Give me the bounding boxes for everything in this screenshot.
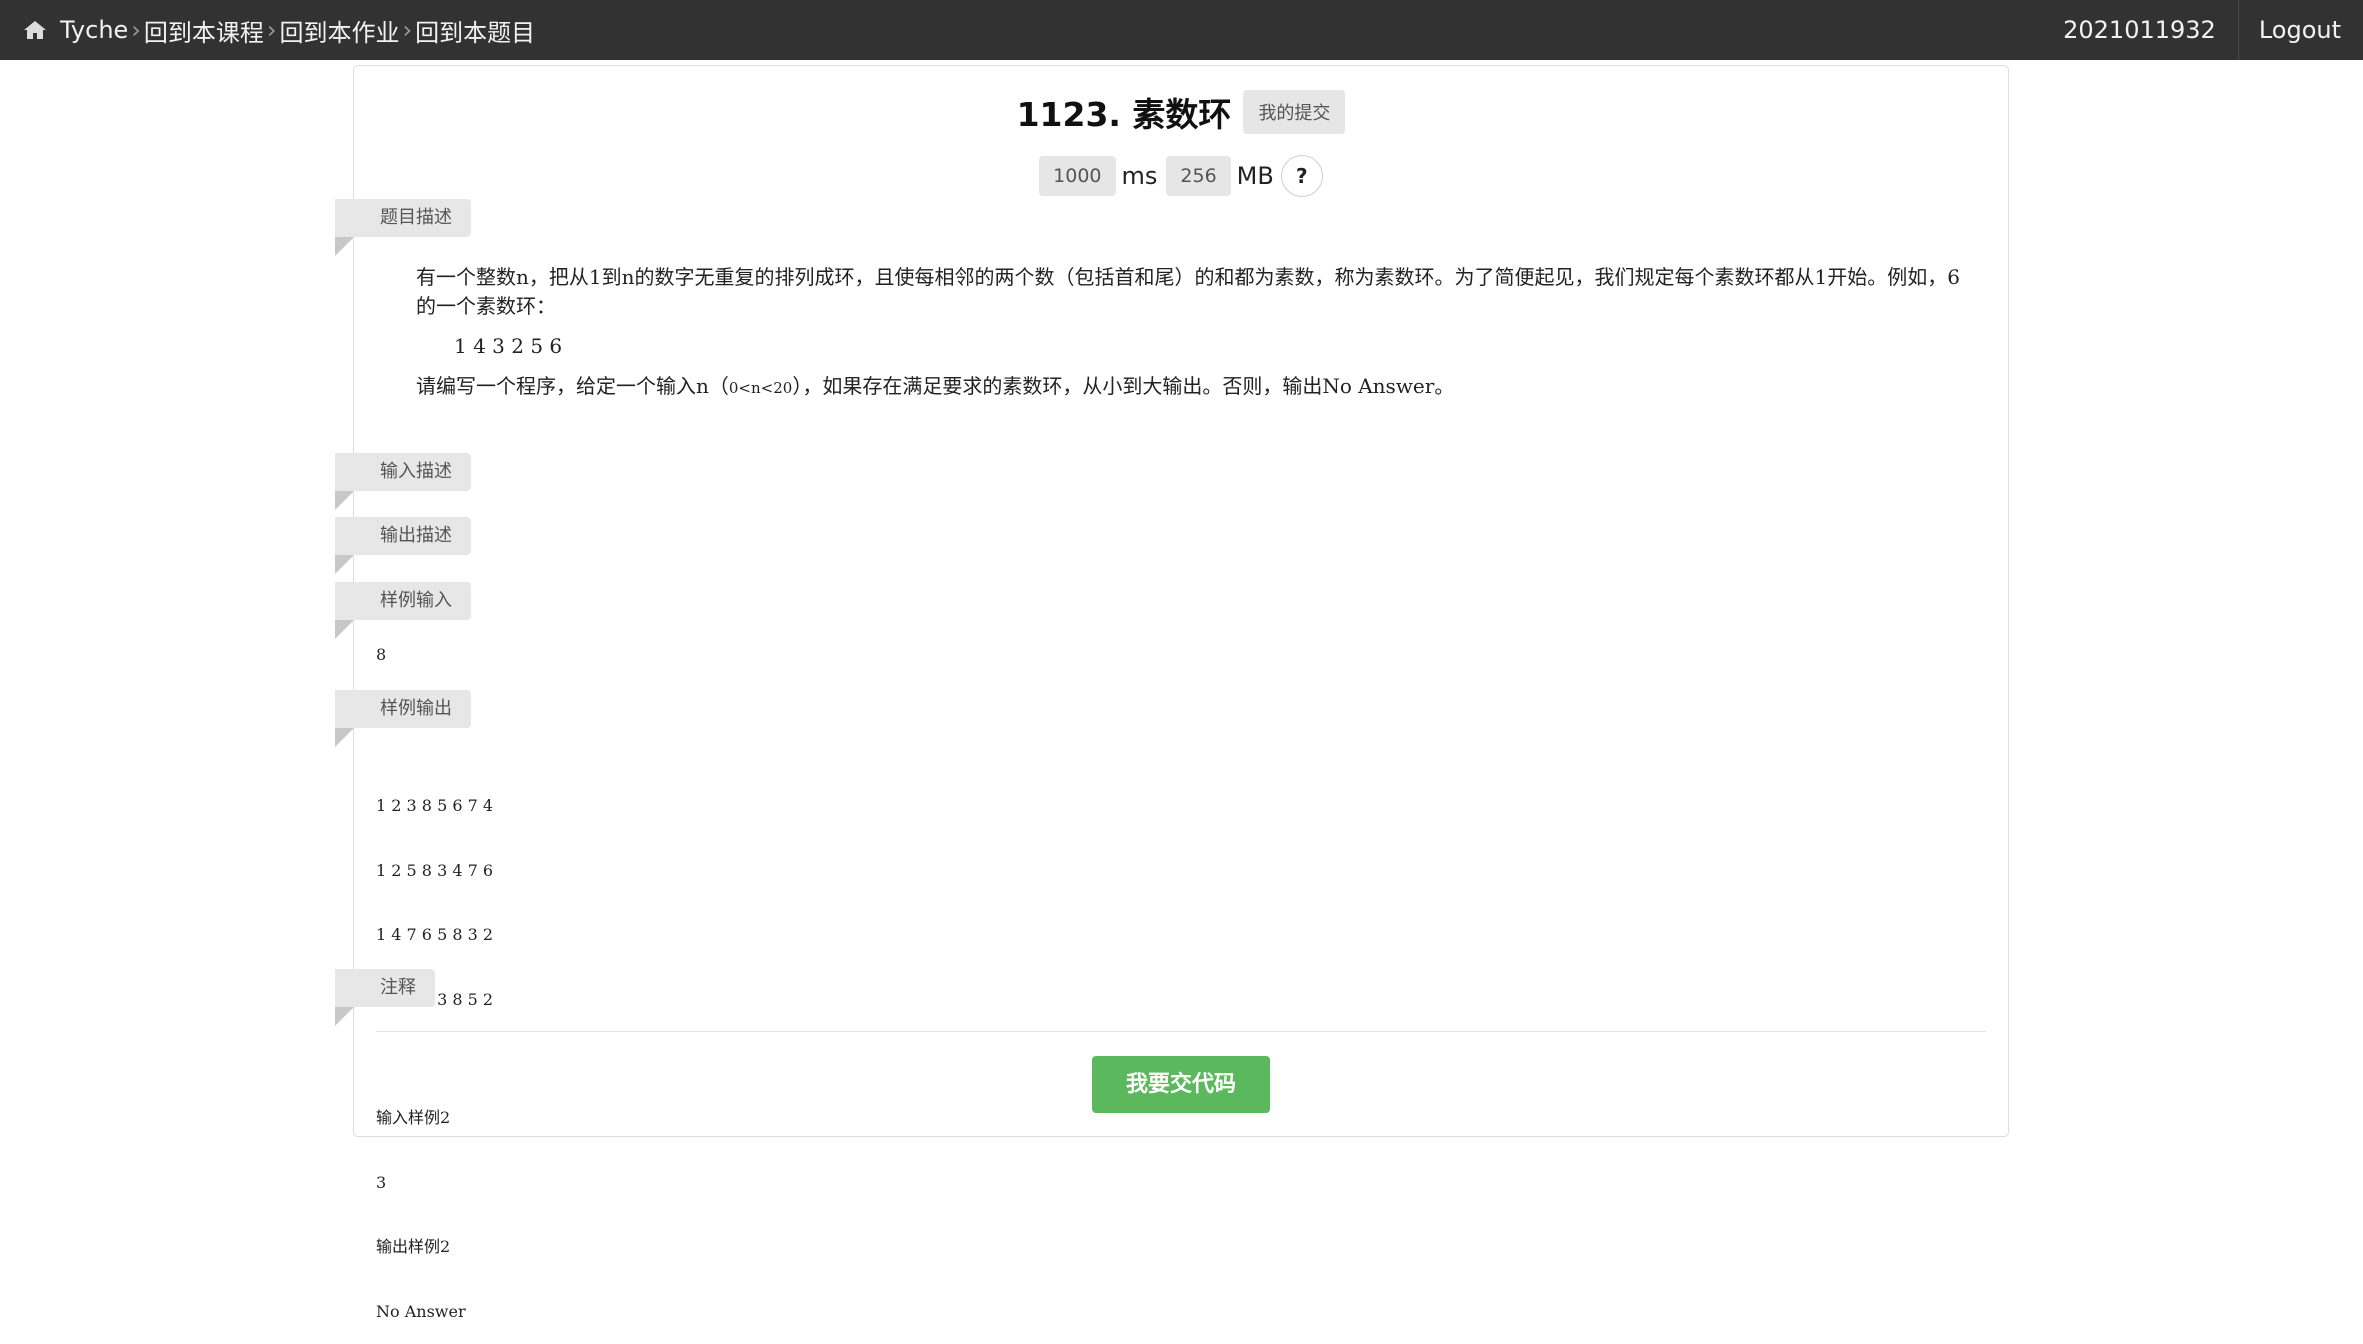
sample-output-line: 1 2 3 8 5 6 7 4	[376, 796, 494, 815]
constraint-inline: 0<n<20	[728, 379, 793, 397]
help-button[interactable]: ?	[1280, 155, 1323, 197]
section-tag-notes: 注释	[335, 969, 435, 1007]
section-tag-description: 题目描述	[335, 199, 471, 237]
sample-output-line: 输出样例2	[376, 1237, 451, 1256]
description-example: 1 4 3 2 5 6	[454, 334, 563, 358]
sample-output-line: 3	[376, 1172, 387, 1192]
problem-title: 1123. 素数环	[1016, 95, 1232, 134]
problem-panel: 1123. 素数环 我的提交 1000 ms 256 MB ?	[353, 65, 2009, 1137]
breadcrumb: Tyche › 回到本课程 › 回到本作业 › 回到本题目	[22, 0, 535, 60]
chevron-right-icon: ›	[131, 16, 141, 44]
sample-input-text: 8	[376, 645, 387, 664]
chevron-right-icon: ›	[266, 16, 277, 44]
brand-link[interactable]: Tyche	[60, 16, 128, 44]
sample-output-block: 1 2 3 8 5 6 7 4 1 2 5 8 3 4 7 6 1 4 7 6 …	[376, 752, 493, 1344]
breadcrumb-problem-link[interactable]: 回到本题目	[415, 13, 535, 48]
user-id-link[interactable]: 2021011932	[2041, 16, 2238, 44]
my-submissions-button[interactable]: 我的提交	[1243, 90, 1346, 134]
section-tag-sample-output: 样例输出	[335, 690, 471, 728]
chevron-right-icon: ›	[402, 16, 413, 44]
memory-limit-unit: MB	[1236, 162, 1274, 190]
time-limit-unit: ms	[1121, 162, 1158, 190]
sample-output-line	[376, 1053, 493, 1064]
description-paragraph: 有一个整数n，把从1到n的数字无重复的排列成环，且使每相邻的两个数（包括首和尾）…	[416, 265, 1960, 318]
logout-link[interactable]: Logout	[2239, 16, 2363, 44]
time-limit-value: 1000	[1039, 156, 1116, 196]
sample-output-line: 1 4 7 6 5 8 3 2	[376, 925, 494, 944]
section-tag-output: 输出描述	[335, 517, 471, 555]
description-paragraph-2: 请编写一个程序，给定一个输入n（0<n<20），如果存在满足要求的素数环，从小到…	[416, 374, 1455, 398]
section-divider	[376, 1031, 1986, 1032]
submit-code-button[interactable]: 我要交代码	[1092, 1056, 1270, 1113]
home-icon[interactable]	[22, 18, 48, 42]
breadcrumb-course-link[interactable]: 回到本课程	[144, 13, 264, 48]
sample-output-line: 输入样例2	[376, 1108, 451, 1127]
breadcrumb-homework-link[interactable]: 回到本作业	[280, 13, 400, 48]
sample-output-line: No Answer	[376, 1301, 466, 1321]
section-tag-input: 输入描述	[335, 453, 471, 491]
memory-limit-value: 256	[1166, 156, 1231, 196]
sample-output-line: 1 2 5 8 3 4 7 6	[376, 860, 494, 880]
section-tag-sample-input: 样例输入	[335, 582, 471, 620]
top-navbar: Tyche › 回到本课程 › 回到本作业 › 回到本题目 2021011932…	[0, 0, 2363, 60]
